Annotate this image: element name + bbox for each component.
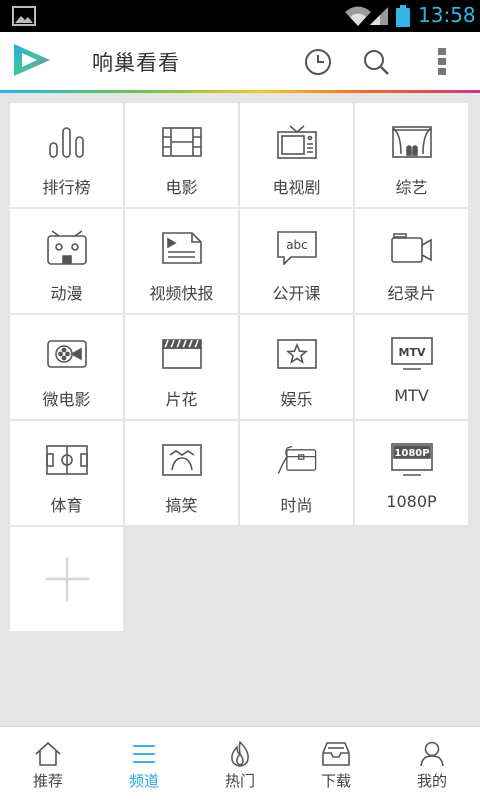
channel-label: 视频快报 bbox=[149, 284, 214, 303]
history-button[interactable] bbox=[298, 42, 338, 82]
channel-label: MTV bbox=[394, 386, 429, 405]
channel-label: 电影 bbox=[165, 178, 198, 197]
flame-icon bbox=[226, 741, 254, 767]
channel-tile-documentary[interactable]: 纪录片 bbox=[355, 209, 468, 313]
channel-tile-sports[interactable]: 体育 bbox=[10, 421, 123, 525]
nav-label: 下载 bbox=[320, 772, 351, 790]
channel-tile-variety[interactable]: 综艺 bbox=[355, 103, 468, 207]
search-button[interactable] bbox=[356, 42, 396, 82]
nav-item-hot[interactable]: 热门 bbox=[192, 727, 288, 800]
nav-label: 推荐 bbox=[32, 772, 63, 790]
field-icon bbox=[45, 441, 89, 479]
abc-icon: abc bbox=[275, 229, 319, 267]
channel-tile-trailer[interactable]: 片花 bbox=[125, 315, 238, 419]
channel-tile-entertainment[interactable]: 娱乐 bbox=[240, 315, 353, 419]
micro-film-icon bbox=[45, 335, 89, 373]
channel-label: 纪录片 bbox=[387, 284, 436, 303]
nav-item-mine[interactable]: 我的 bbox=[384, 727, 480, 800]
channel-tile-movie[interactable]: 电影 bbox=[125, 103, 238, 207]
channel-label: 排行榜 bbox=[42, 178, 91, 197]
nav-item-recommend[interactable]: 推荐 bbox=[0, 727, 96, 800]
channel-tile-fashion[interactable]: 时尚 bbox=[240, 421, 353, 525]
channel-tile-tv-series[interactable]: 电视剧 bbox=[240, 103, 353, 207]
channel-label: 体育 bbox=[50, 496, 83, 515]
channel-label: 片花 bbox=[165, 390, 198, 409]
channel-label: 电视剧 bbox=[272, 178, 321, 197]
nav-label: 我的 bbox=[416, 772, 447, 790]
app-bar: 响巢看看 bbox=[0, 32, 480, 90]
channel-tile-anime[interactable]: 动漫 bbox=[10, 209, 123, 313]
anime-icon bbox=[45, 229, 89, 267]
hd-icon: 1080P bbox=[390, 441, 434, 479]
status-bar: 13:58 bbox=[0, 0, 480, 32]
more-vertical-icon bbox=[438, 48, 446, 75]
tray-icon bbox=[322, 741, 350, 767]
channel-tile-open-course[interactable]: abc 公开课 bbox=[240, 209, 353, 313]
svg-text:abc: abc bbox=[286, 238, 308, 252]
channel-tile-micro-film[interactable]: 微电影 bbox=[10, 315, 123, 419]
menu-icon bbox=[130, 741, 158, 767]
signal-icon bbox=[370, 7, 388, 25]
channel-tile-ranking[interactable]: 排行榜 bbox=[10, 103, 123, 207]
nav-item-channels[interactable]: 频道 bbox=[96, 727, 192, 800]
nav-label: 频道 bbox=[128, 772, 159, 790]
app-logo-icon bbox=[14, 44, 50, 76]
channel-label: 时尚 bbox=[280, 496, 313, 515]
tv-icon bbox=[275, 123, 319, 161]
stage-icon bbox=[390, 123, 434, 161]
star-icon bbox=[275, 335, 319, 373]
mtv-icon: MTV bbox=[390, 335, 434, 373]
channel-tile-news[interactable]: 视频快报 bbox=[125, 209, 238, 313]
clapper-icon bbox=[160, 335, 204, 373]
user-icon bbox=[418, 741, 446, 767]
search-icon bbox=[364, 50, 389, 75]
camera-icon bbox=[390, 229, 434, 267]
nav-label: 热门 bbox=[224, 772, 255, 790]
app-title: 响巢看看 bbox=[92, 51, 180, 75]
image-notification-icon bbox=[12, 6, 36, 26]
channel-tile-funny[interactable]: 搞笑 bbox=[125, 421, 238, 525]
home-icon bbox=[34, 741, 62, 767]
more-options-button[interactable] bbox=[422, 42, 462, 82]
accent-divider bbox=[0, 90, 480, 93]
bottom-navigation: 推荐 频道 热门 下载 我的 bbox=[0, 726, 480, 800]
hd-icon-text: 1080P bbox=[394, 448, 429, 459]
newsreel-icon bbox=[160, 229, 204, 267]
channel-label: 搞笑 bbox=[165, 496, 198, 515]
channel-label: 综艺 bbox=[395, 178, 428, 197]
channel-label: 公开课 bbox=[272, 284, 321, 303]
mtv-icon-text: MTV bbox=[398, 346, 425, 359]
channel-tile-1080p[interactable]: 1080P 1080P bbox=[355, 421, 468, 525]
battery-icon bbox=[396, 5, 410, 27]
plus-icon bbox=[43, 555, 91, 607]
channel-label: 微电影 bbox=[42, 390, 91, 409]
channel-tile-mtv[interactable]: MTV MTV bbox=[355, 315, 468, 419]
channel-label: 娱乐 bbox=[280, 390, 313, 409]
channel-label: 1080P bbox=[386, 492, 437, 511]
clock-time: 13:58 bbox=[418, 3, 476, 27]
ranking-icon bbox=[45, 123, 89, 161]
bag-icon bbox=[275, 441, 319, 479]
channel-label: 动漫 bbox=[50, 284, 83, 303]
nav-item-download[interactable]: 下载 bbox=[288, 727, 384, 800]
clock-icon bbox=[305, 49, 331, 75]
laugh-icon bbox=[160, 441, 204, 479]
film-icon bbox=[160, 123, 204, 161]
add-channel-button[interactable] bbox=[10, 527, 123, 631]
